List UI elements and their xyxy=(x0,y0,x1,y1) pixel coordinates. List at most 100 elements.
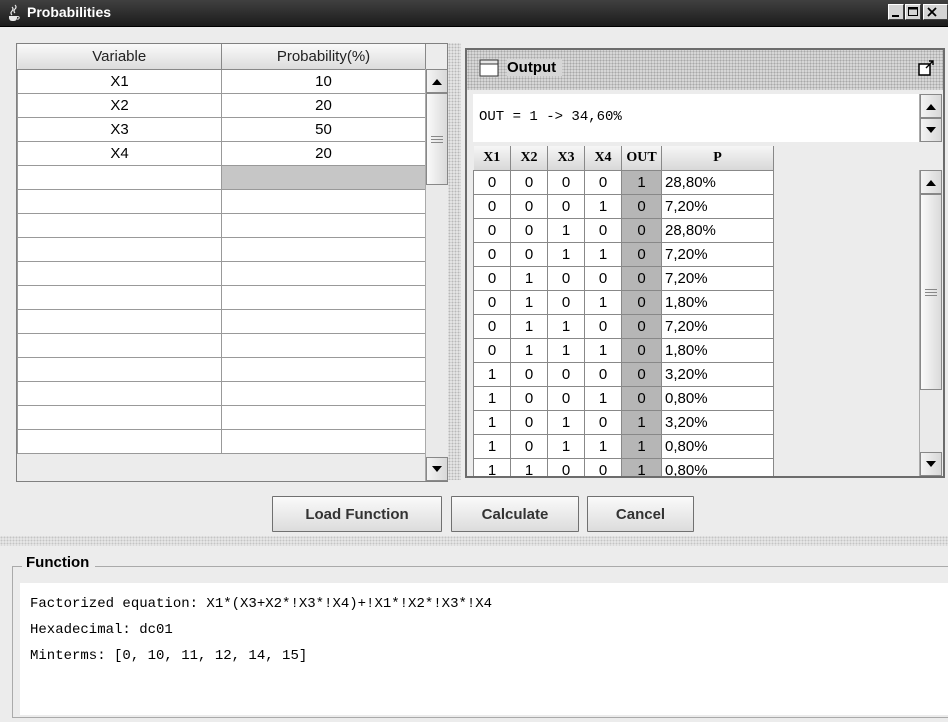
p-cell: 7,20% xyxy=(661,194,774,219)
variable-cell[interactable] xyxy=(17,429,222,454)
variable-cell[interactable] xyxy=(17,189,222,214)
probability-cell[interactable]: 20 xyxy=(221,93,426,118)
variable-cell[interactable] xyxy=(17,285,222,310)
function-text-area[interactable]: Factorized equation: X1*(X3+X2*!X3*!X4)+… xyxy=(20,583,948,715)
window-title-bar[interactable]: Probabilities xyxy=(0,0,948,27)
column-header-out[interactable]: OUT xyxy=(621,146,662,171)
table-row[interactable] xyxy=(17,189,426,214)
table-row[interactable]: 0 1 0 1 0 1,80% xyxy=(473,290,774,315)
x1-cell: 0 xyxy=(473,338,511,363)
x3-cell: 1 xyxy=(547,314,585,339)
table-row[interactable] xyxy=(17,309,426,334)
table-row[interactable]: 0 1 0 0 0 7,20% xyxy=(473,266,774,291)
table-row[interactable]: X4 20 xyxy=(17,141,426,166)
scroll-up-button[interactable] xyxy=(920,94,942,118)
table-row[interactable]: 1 0 1 1 1 0,80% xyxy=(473,434,774,459)
probability-cell[interactable] xyxy=(221,189,426,214)
table-row[interactable] xyxy=(17,213,426,238)
truth-table-scrollbar[interactable] xyxy=(919,170,942,476)
calculate-button[interactable]: Calculate xyxy=(451,496,579,532)
x2-cell: 1 xyxy=(510,290,548,315)
scroll-thumb[interactable] xyxy=(920,194,942,390)
column-header-x1[interactable]: X1 xyxy=(473,146,511,171)
scroll-down-button[interactable] xyxy=(426,457,448,481)
p-cell: 3,20% xyxy=(661,410,774,435)
column-header-variable[interactable]: Variable xyxy=(17,44,222,70)
variable-cell[interactable]: X3 xyxy=(17,117,222,142)
probability-cell[interactable] xyxy=(221,237,426,262)
variable-cell[interactable] xyxy=(17,309,222,334)
load-function-button[interactable]: Load Function xyxy=(272,496,442,532)
probability-cell[interactable]: 50 xyxy=(221,117,426,142)
table-row[interactable] xyxy=(17,165,426,190)
variable-cell[interactable]: X1 xyxy=(17,69,222,94)
table-row[interactable] xyxy=(17,429,426,454)
probability-cell[interactable] xyxy=(221,165,426,190)
table-row[interactable]: 1 0 0 0 0 3,20% xyxy=(473,362,774,387)
probability-cell[interactable] xyxy=(221,333,426,358)
variable-cell[interactable] xyxy=(17,405,222,430)
variable-cell[interactable]: X2 xyxy=(17,93,222,118)
variable-cell[interactable] xyxy=(17,261,222,286)
variable-cell[interactable] xyxy=(17,333,222,358)
result-scrollbar[interactable] xyxy=(919,94,942,142)
probability-cell[interactable] xyxy=(221,309,426,334)
variable-cell[interactable] xyxy=(17,165,222,190)
variable-cell[interactable] xyxy=(17,237,222,262)
table-row[interactable]: 1 1 0 0 1 0,80% xyxy=(473,458,774,476)
probability-cell[interactable] xyxy=(221,357,426,382)
maximize-frame-icon[interactable] xyxy=(917,59,935,77)
column-header-probability[interactable]: Probability(%) xyxy=(221,44,426,70)
table-row[interactable]: X1 10 xyxy=(17,69,426,94)
table-row[interactable]: 0 0 0 1 0 7,20% xyxy=(473,194,774,219)
table-row[interactable] xyxy=(17,357,426,382)
scroll-down-button[interactable] xyxy=(920,452,942,476)
table-row[interactable] xyxy=(17,381,426,406)
table-row[interactable] xyxy=(17,261,426,286)
minimize-button[interactable] xyxy=(888,4,904,20)
scroll-thumb[interactable] xyxy=(426,93,448,185)
table-row[interactable] xyxy=(17,237,426,262)
column-header-x2[interactable]: X2 xyxy=(510,146,548,171)
variable-cell[interactable]: X4 xyxy=(17,141,222,166)
table-row[interactable]: 1 0 1 0 1 3,20% xyxy=(473,410,774,435)
table-row[interactable]: 1 0 0 1 0 0,80% xyxy=(473,386,774,411)
scroll-up-button[interactable] xyxy=(920,170,942,194)
scroll-up-button[interactable] xyxy=(426,69,448,93)
cancel-button[interactable]: Cancel xyxy=(587,496,694,532)
table-row[interactable] xyxy=(17,333,426,358)
variables-scrollbar[interactable] xyxy=(425,69,448,481)
x1-cell: 1 xyxy=(473,410,511,435)
probability-cell[interactable]: 20 xyxy=(221,141,426,166)
probability-cell[interactable] xyxy=(221,429,426,454)
variable-cell[interactable] xyxy=(17,357,222,382)
probability-cell[interactable]: 10 xyxy=(221,69,426,94)
table-row[interactable]: 0 1 1 1 0 1,80% xyxy=(473,338,774,363)
output-title-bar[interactable]: Output xyxy=(467,50,943,90)
table-row[interactable] xyxy=(17,405,426,430)
probability-cell[interactable] xyxy=(221,405,426,430)
maximize-button[interactable] xyxy=(905,4,921,20)
table-row[interactable]: 0 0 1 0 0 28,80% xyxy=(473,218,774,243)
split-pane-divider[interactable] xyxy=(448,43,461,480)
x1-cell: 0 xyxy=(473,194,511,219)
close-button[interactable] xyxy=(923,4,948,20)
output-frame: Output OUT = 1 -> 34,60% X1 X2 X3 X4 OUT… xyxy=(465,48,945,478)
variable-cell[interactable] xyxy=(17,381,222,406)
horizontal-split-divider[interactable] xyxy=(0,536,948,546)
table-row[interactable]: X3 50 xyxy=(17,117,426,142)
probability-cell[interactable] xyxy=(221,261,426,286)
table-row[interactable]: 0 0 1 1 0 7,20% xyxy=(473,242,774,267)
column-header-x4[interactable]: X4 xyxy=(584,146,622,171)
table-row[interactable]: X2 20 xyxy=(17,93,426,118)
table-row[interactable]: 0 1 1 0 0 7,20% xyxy=(473,314,774,339)
scroll-down-button[interactable] xyxy=(920,118,942,142)
probability-cell[interactable] xyxy=(221,381,426,406)
probability-cell[interactable] xyxy=(221,213,426,238)
probability-cell[interactable] xyxy=(221,285,426,310)
column-header-x3[interactable]: X3 xyxy=(547,146,585,171)
table-row[interactable] xyxy=(17,285,426,310)
table-row[interactable]: 0 0 0 0 1 28,80% xyxy=(473,170,774,195)
column-header-p[interactable]: P xyxy=(661,146,774,171)
variable-cell[interactable] xyxy=(17,213,222,238)
